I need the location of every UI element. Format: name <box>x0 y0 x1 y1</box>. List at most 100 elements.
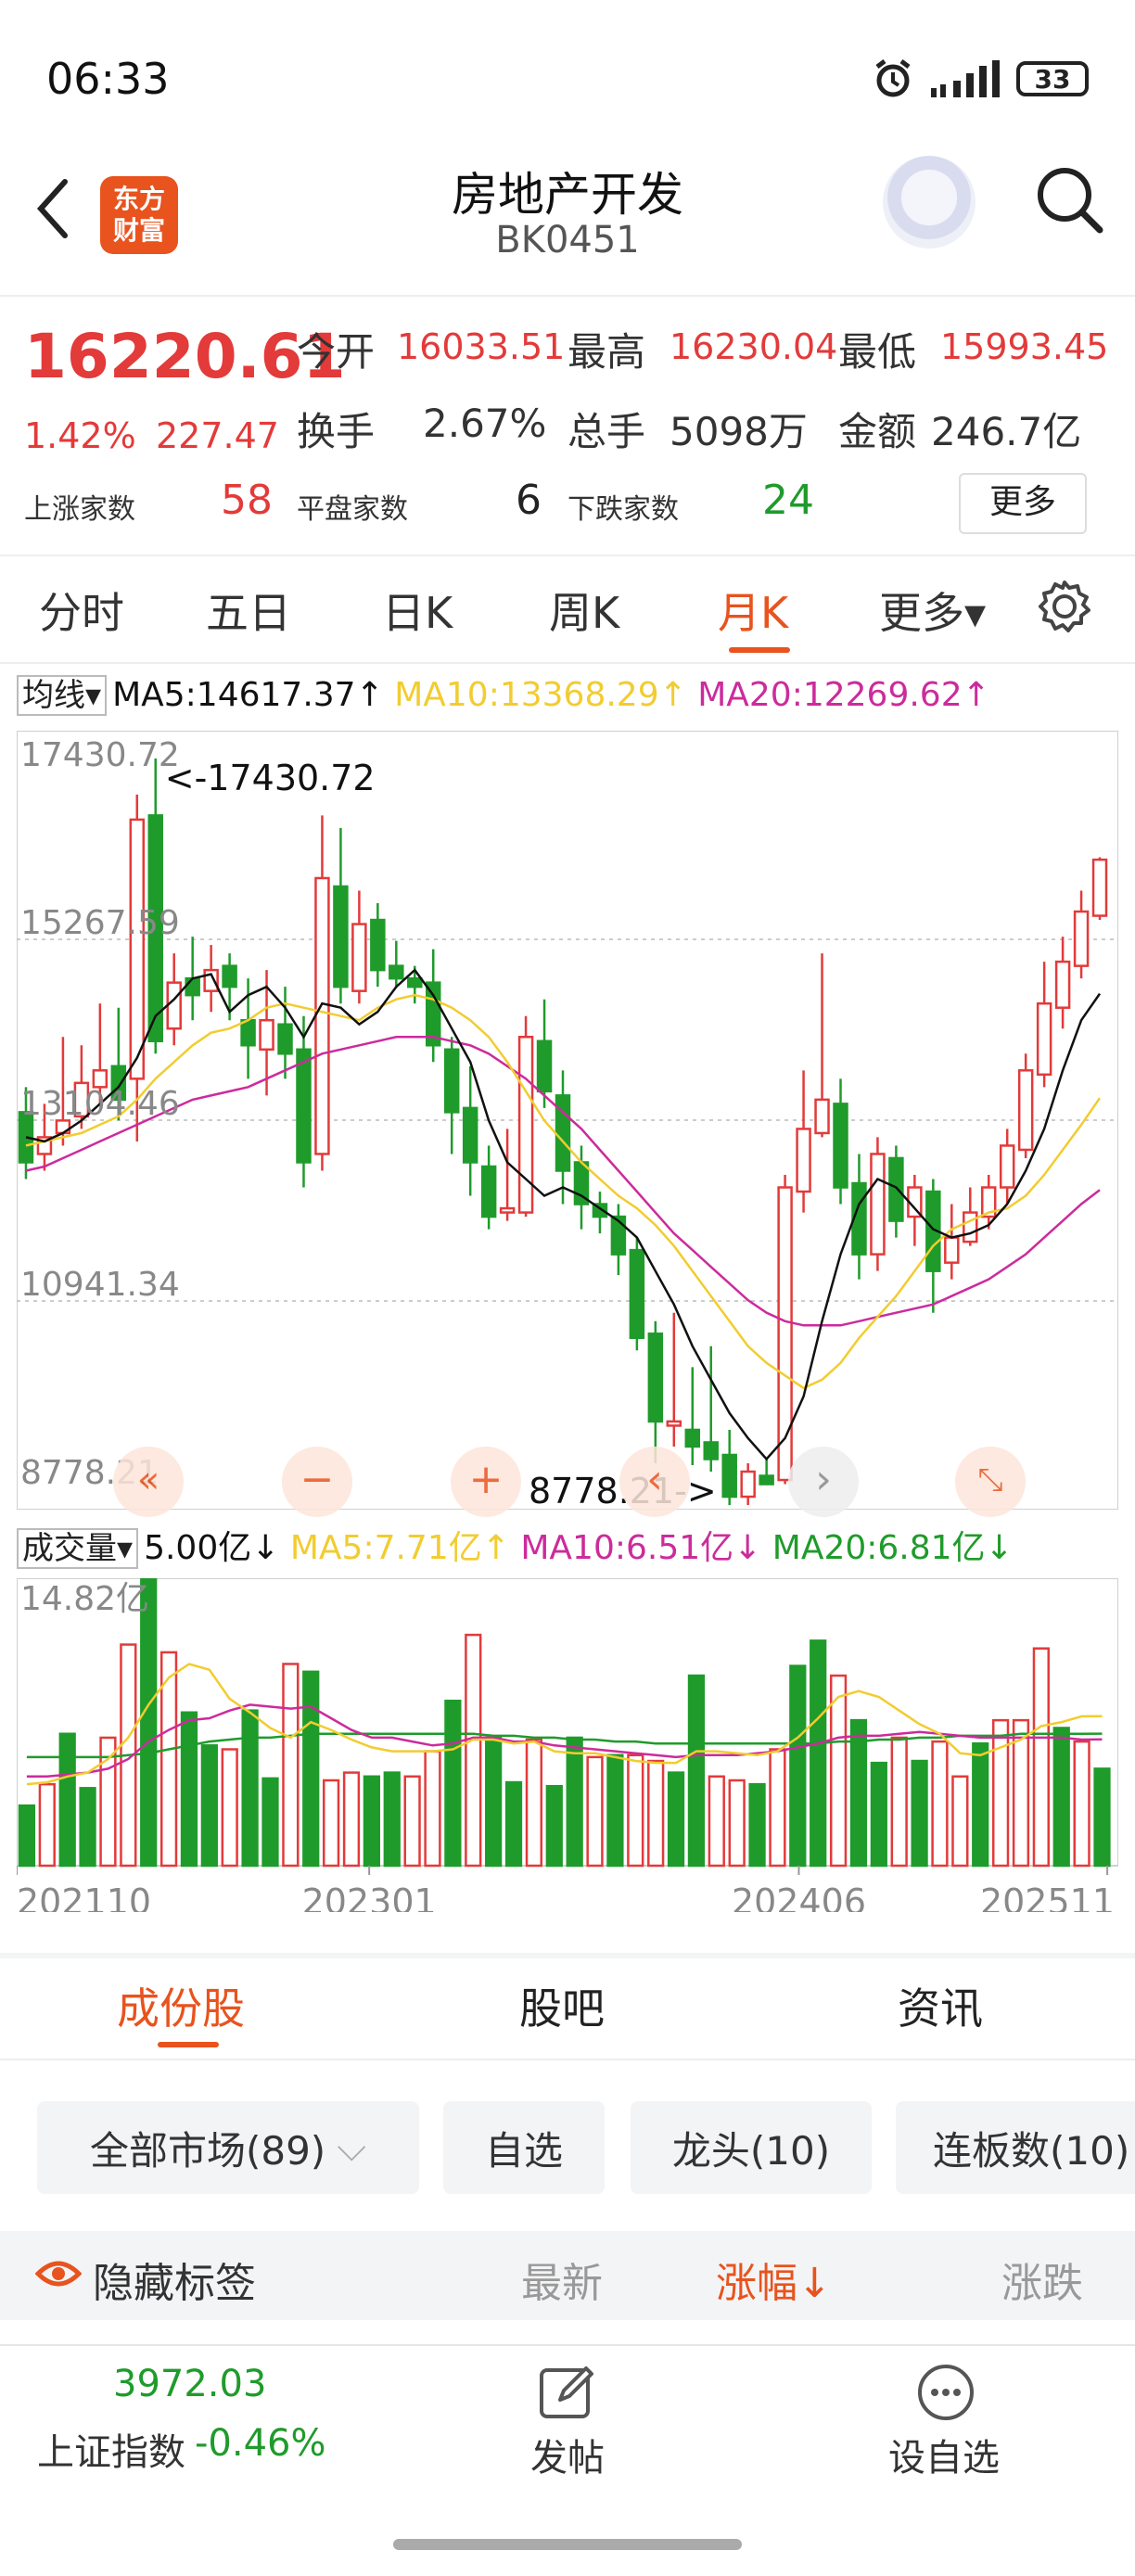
ma20-value: MA20:12269.62↑ <box>697 676 990 714</box>
tab-more-periods[interactable]: 更多▾ <box>879 580 986 641</box>
candle-body <box>185 976 200 997</box>
volume-bar <box>870 1761 887 1868</box>
candle-body <box>1036 1001 1052 1077</box>
more-stats-button[interactable]: 更多 <box>959 473 1087 534</box>
candle-body <box>517 1036 534 1214</box>
open-value: 16033.51 <box>397 326 566 367</box>
y-tick-label: 15267.59 <box>20 904 180 942</box>
volume-bar <box>931 1740 949 1868</box>
volume-dropdown[interactable]: 成交量▾ <box>17 1528 139 1569</box>
post-button[interactable]: 发帖 <box>530 2428 605 2481</box>
candle-body <box>1017 1069 1034 1152</box>
volume-bar <box>485 1736 503 1868</box>
status-icons: 33 <box>872 57 1089 100</box>
volume-bar <box>282 1663 300 1868</box>
tab-five-day[interactable]: 五日 <box>206 580 291 641</box>
tab-news[interactable]: 资讯 <box>898 1975 983 2036</box>
candle-body <box>796 1128 811 1193</box>
zoom-out-icon[interactable]: − <box>282 1447 352 1517</box>
volume-bar <box>140 1578 158 1868</box>
high-marker-label: <-17430.72 <box>165 758 376 798</box>
tab-constituents[interactable]: 成份股 <box>117 1975 245 2036</box>
volume-bar <box>951 1775 969 1868</box>
candle-body <box>759 1474 774 1486</box>
sort-latest[interactable]: 最新 <box>521 2250 603 2309</box>
volume-current: 5.00亿↓ <box>144 1529 280 1567</box>
candle-body <box>740 1470 756 1498</box>
tab-monthly-k[interactable]: 月K <box>718 580 788 641</box>
add-watchlist-button[interactable]: 设自选 <box>888 2428 1000 2481</box>
filter-watchlist[interactable]: 自选 <box>443 2101 605 2194</box>
volume-bar <box>525 1738 543 1868</box>
sort-change-pct[interactable]: 涨幅↓ <box>716 2250 832 2309</box>
hide-tags-toggle[interactable]: 隐藏标签 <box>93 2250 256 2309</box>
volume-bar <box>789 1664 807 1868</box>
sort-change[interactable]: 涨跌 <box>1001 2250 1083 2309</box>
x-tick-label: 202110 <box>17 1881 151 1912</box>
scroll-left-fast-icon[interactable]: « <box>113 1447 184 1517</box>
candle-body <box>129 818 146 1080</box>
volume-bar <box>647 1759 665 1868</box>
zoom-in-icon[interactable]: + <box>451 1447 521 1517</box>
scroll-left-icon[interactable]: ‹ <box>619 1447 690 1517</box>
low-label: 最低 <box>838 329 917 375</box>
volume-bar <box>1052 1727 1070 1868</box>
tab-daily-k[interactable]: 日K <box>382 580 453 641</box>
market-filter-dropdown[interactable]: 全部市场(89) ⌵ <box>37 2101 419 2194</box>
edit-post-icon[interactable] <box>538 2363 597 2422</box>
scroll-right-icon[interactable]: › <box>788 1447 859 1517</box>
candle-body <box>944 1236 960 1264</box>
signal-icon <box>931 60 1000 97</box>
open-label: 今开 <box>297 329 376 375</box>
index-change: -0.46% <box>195 2422 326 2465</box>
candle-body <box>833 1103 848 1189</box>
divider <box>0 1953 1135 1958</box>
volume-bar <box>504 1780 523 1868</box>
turnover-label: 换手 <box>297 409 376 454</box>
volume-bar <box>403 1775 421 1868</box>
candle-body <box>370 918 386 972</box>
candle-body <box>703 1441 719 1460</box>
robot-avatar-icon[interactable] <box>883 156 976 249</box>
change-value: 227.47 <box>156 415 279 456</box>
candle-body <box>1073 910 1090 967</box>
candle-body <box>166 981 182 1030</box>
volume-bar <box>769 1748 786 1868</box>
volume-bar <box>627 1753 644 1868</box>
index-name[interactable]: 上证指数 <box>37 2422 185 2476</box>
kline-chart[interactable]: 17430.7215267.5913104.4610941.348778.21<… <box>17 731 1118 1510</box>
volume-bar <box>586 1755 604 1868</box>
eye-icon[interactable] <box>35 2255 82 2292</box>
tab-forum[interactable]: 股吧 <box>519 1975 605 2036</box>
volume-bar <box>342 1771 361 1868</box>
volume-bar <box>545 1784 563 1868</box>
divider <box>0 2059 1135 2060</box>
volume-bar <box>465 1633 482 1868</box>
ma-dropdown[interactable]: 均线▾ <box>17 675 108 716</box>
filter-leaders[interactable]: 龙头(10) <box>631 2101 872 2194</box>
x-tick-label: 202406 <box>732 1881 866 1912</box>
change-pct: 1.42% <box>24 415 136 456</box>
volume-chart[interactable]: 14.82亿 202110 202301 202406 202511 <box>17 1578 1118 1912</box>
tab-intraday[interactable]: 分时 <box>39 580 124 641</box>
status-time: 06:33 <box>46 54 170 104</box>
index-value[interactable]: 3972.03 <box>113 2363 266 2405</box>
fullscreen-icon[interactable]: ⤡ <box>955 1447 1026 1517</box>
candle-body <box>666 1420 682 1427</box>
volume-bar <box>38 1782 56 1868</box>
search-icon[interactable] <box>1035 165 1105 236</box>
vol-ma5: MA5:7.71亿↑ <box>289 1529 510 1567</box>
amount-label: 金额 <box>838 409 917 454</box>
battery-icon: 33 <box>1016 61 1089 96</box>
volume-bar <box>79 1787 96 1868</box>
divider <box>0 662 1135 664</box>
candle-body <box>259 1018 274 1052</box>
tab-weekly-k[interactable]: 周K <box>549 580 619 641</box>
filter-consecutive-limit[interactable]: 连板数(10) <box>896 2101 1135 2194</box>
more-dots-icon[interactable] <box>916 2363 976 2422</box>
volume-bar <box>748 1782 766 1868</box>
volume-bar <box>728 1779 746 1868</box>
gear-icon[interactable] <box>1037 579 1092 634</box>
alarm-icon <box>875 59 911 97</box>
volume-bar <box>991 1718 1010 1868</box>
